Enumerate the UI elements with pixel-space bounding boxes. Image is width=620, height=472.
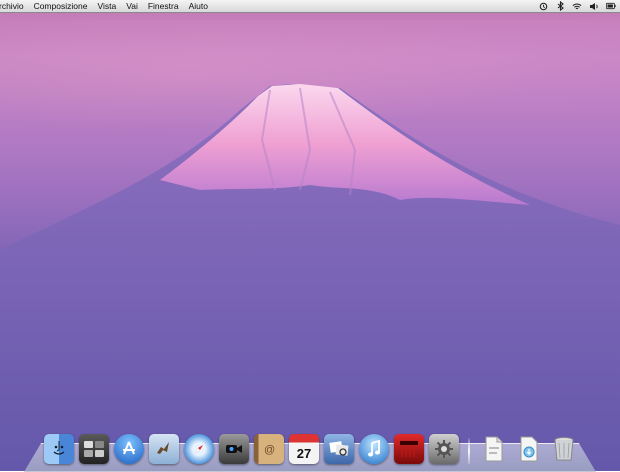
- trash-icon[interactable]: [549, 434, 579, 464]
- safari-icon[interactable]: [184, 434, 214, 464]
- itunes-icon[interactable]: [359, 434, 389, 464]
- system-preferences-icon[interactable]: [429, 434, 459, 464]
- bluetooth-icon[interactable]: [555, 1, 565, 11]
- menu-bar: rchivio Composizione Vista Vai Finestra …: [0, 0, 620, 13]
- preview-icon[interactable]: [324, 434, 354, 464]
- ical-date: 27: [296, 446, 312, 461]
- menu-vista[interactable]: Vista: [92, 0, 121, 12]
- desktop-wallpaper: [0, 0, 620, 471]
- mail-icon[interactable]: [149, 434, 179, 464]
- finder-icon[interactable]: [44, 434, 74, 464]
- menu-vai[interactable]: Vai: [121, 0, 143, 12]
- menu-aiuto[interactable]: Aiuto: [184, 0, 213, 12]
- volume-icon[interactable]: [589, 2, 599, 11]
- downloads-stack-icon[interactable]: [514, 434, 544, 464]
- menu-archivio[interactable]: rchivio: [0, 0, 29, 12]
- svg-text:@: @: [264, 444, 275, 456]
- dock: @ 27: [44, 424, 584, 464]
- wifi-icon[interactable]: [572, 2, 582, 11]
- facetime-icon[interactable]: [219, 434, 249, 464]
- menu-composizione[interactable]: Composizione: [29, 0, 93, 12]
- documents-stack-icon[interactable]: [479, 434, 509, 464]
- dock-separator: [468, 438, 470, 464]
- dashboard-icon[interactable]: [79, 434, 109, 464]
- menu-finestra[interactable]: Finestra: [143, 0, 184, 12]
- battery-icon[interactable]: [606, 2, 616, 11]
- ical-icon[interactable]: 27: [289, 434, 319, 464]
- mount-fuji-wallpaper-image: [0, 84, 620, 471]
- app-store-icon[interactable]: [114, 434, 144, 464]
- photo-booth-icon[interactable]: [394, 434, 424, 464]
- menu-bar-status-area: [538, 0, 616, 12]
- address-book-icon[interactable]: @: [254, 434, 284, 464]
- time-machine-icon[interactable]: [538, 2, 548, 11]
